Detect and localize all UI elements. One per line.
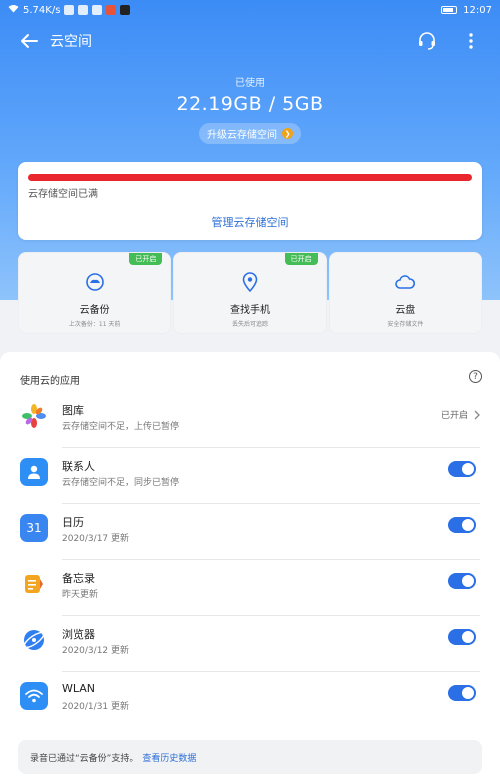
notepad-sync-toggle[interactable]: [448, 573, 476, 589]
feature-title: 查找手机: [229, 305, 270, 316]
enabled-badge: 已开启: [284, 253, 318, 265]
wifi-icon: [20, 682, 48, 710]
view-history-link[interactable]: 查看历史数据: [142, 751, 196, 764]
note-text: 录音已通过“云备份”支持。: [30, 753, 139, 764]
app-row-calendar[interactable]: 31 日历 2020/3/17 更新: [0, 504, 500, 560]
wifi-status-icon: [8, 4, 19, 16]
calendar-icon: 31: [20, 514, 48, 542]
feature-cloud-backup[interactable]: 已开启 云备份 上次备份：11 天前: [18, 252, 172, 334]
calendar-day: 31: [26, 521, 42, 535]
feature-title: 云备份: [79, 305, 110, 316]
app-name: 备忘录: [62, 572, 95, 585]
feature-row: 已开启 云备份 上次备份：11 天前 已开启 查找手机 丢失后可追踪 云盘 安全…: [18, 252, 482, 334]
app-name: 浏览器: [62, 628, 95, 641]
browser-icon: [20, 626, 48, 654]
storage-full-text: 云存储空间已满: [28, 189, 98, 200]
more-vertical-icon: [469, 33, 473, 49]
app-status-text: 昨天更新: [62, 590, 99, 600]
page-title: 云空间: [50, 34, 92, 50]
app-bar: 云空间: [0, 26, 500, 56]
gallery-status: 已开启: [441, 408, 480, 421]
feature-subtitle: 安全存储文件: [387, 321, 424, 328]
app-name: 日历: [62, 516, 84, 529]
manage-storage-link[interactable]: 管理云存储空间: [18, 214, 482, 230]
app-status-text: 2020/3/12 更新: [62, 646, 130, 656]
app-row-contacts[interactable]: 联系人 云存储空间不足，同步已暂停: [0, 448, 500, 504]
enabled-text: 已开启: [440, 411, 468, 421]
arrow-left-icon: [21, 34, 38, 48]
section-title: 使用云的应用: [20, 376, 80, 387]
app-name: WLAN: [62, 682, 96, 695]
contacts-sync-toggle[interactable]: [448, 461, 476, 477]
app-row-wlan[interactable]: WLAN 2020/1/31 更新: [0, 672, 500, 728]
storage-usage: 已使用 22.19GB / 5GB: [0, 74, 500, 115]
app-name: 图库: [62, 404, 84, 417]
help-button[interactable]: ?: [469, 370, 482, 383]
battery-icon: [441, 6, 458, 14]
app-status-text: 云存储空间不足，同步已暂停: [62, 478, 180, 488]
app-row-notepad[interactable]: 备忘录 昨天更新: [0, 560, 500, 616]
calendar-sync-toggle[interactable]: [448, 517, 476, 533]
wlan-sync-toggle[interactable]: [448, 685, 476, 701]
question-icon: ?: [473, 371, 478, 382]
cloud-apps-section: 使用云的应用 ? 图库 云存储空间不足，上传已暂停 已开启 联系人 云存储空间不…: [0, 352, 500, 780]
status-bar: 5.74K/s 12:07: [0, 0, 500, 20]
headset-icon: [419, 32, 435, 50]
app-notification-icon: [106, 5, 117, 15]
feature-subtitle: 上次备份：11 天前: [68, 321, 121, 328]
chevron-right-icon: [474, 410, 480, 419]
app-status-text: 云存储空间不足，上传已暂停: [62, 422, 180, 432]
feature-find-phone[interactable]: 已开启 查找手机 丢失后可追踪: [173, 252, 327, 334]
app-status-text: 2020/1/31 更新: [62, 702, 130, 712]
location-pin-icon: [242, 272, 258, 293]
upgrade-storage-button[interactable]: 升级云存储空间 ❯: [199, 123, 301, 144]
notepad-icon: [20, 570, 48, 598]
cloud-drive-icon: [395, 275, 416, 289]
tiktok-icon: [120, 5, 131, 15]
chevron-right-icon: ❯: [282, 128, 293, 139]
more-options-button[interactable]: [460, 30, 482, 52]
app-row-browser[interactable]: 浏览器 2020/3/12 更新: [0, 616, 500, 672]
upgrade-label: 升级云存储空间: [207, 130, 277, 141]
contacts-icon: [20, 458, 48, 486]
storage-progress-bar: [28, 174, 472, 181]
usage-value: 22.19GB / 5GB: [176, 93, 324, 115]
feature-subtitle: 丢失后可追踪: [231, 321, 268, 328]
app-name: 联系人: [62, 460, 95, 473]
cloud-backup-icon: [85, 273, 104, 291]
recording-backup-note: 录音已通过“云备份”支持。 查看历史数据: [18, 740, 482, 774]
gallery-icon: [20, 402, 48, 430]
app-status-text: 2020/3/17 更新: [62, 534, 130, 544]
clock: 12:07: [463, 4, 492, 16]
enabled-badge: 已开启: [129, 253, 163, 265]
weather-icon: [78, 5, 89, 15]
storage-card: 云存储空间已满 管理云存储空间: [18, 162, 482, 240]
network-speed: 5.74K/s: [23, 4, 61, 16]
notification-icon: [92, 5, 103, 15]
app-row-gallery[interactable]: 图库 云存储空间不足，上传已暂停 已开启: [0, 392, 500, 448]
customer-service-button[interactable]: [416, 30, 438, 52]
back-button[interactable]: [18, 30, 40, 52]
usage-label: 已使用: [235, 78, 265, 89]
hourglass-icon: [64, 5, 75, 15]
feature-title: 云盘: [395, 305, 416, 316]
browser-sync-toggle[interactable]: [448, 629, 476, 645]
feature-cloud-drive[interactable]: 云盘 安全存储文件: [328, 252, 482, 334]
